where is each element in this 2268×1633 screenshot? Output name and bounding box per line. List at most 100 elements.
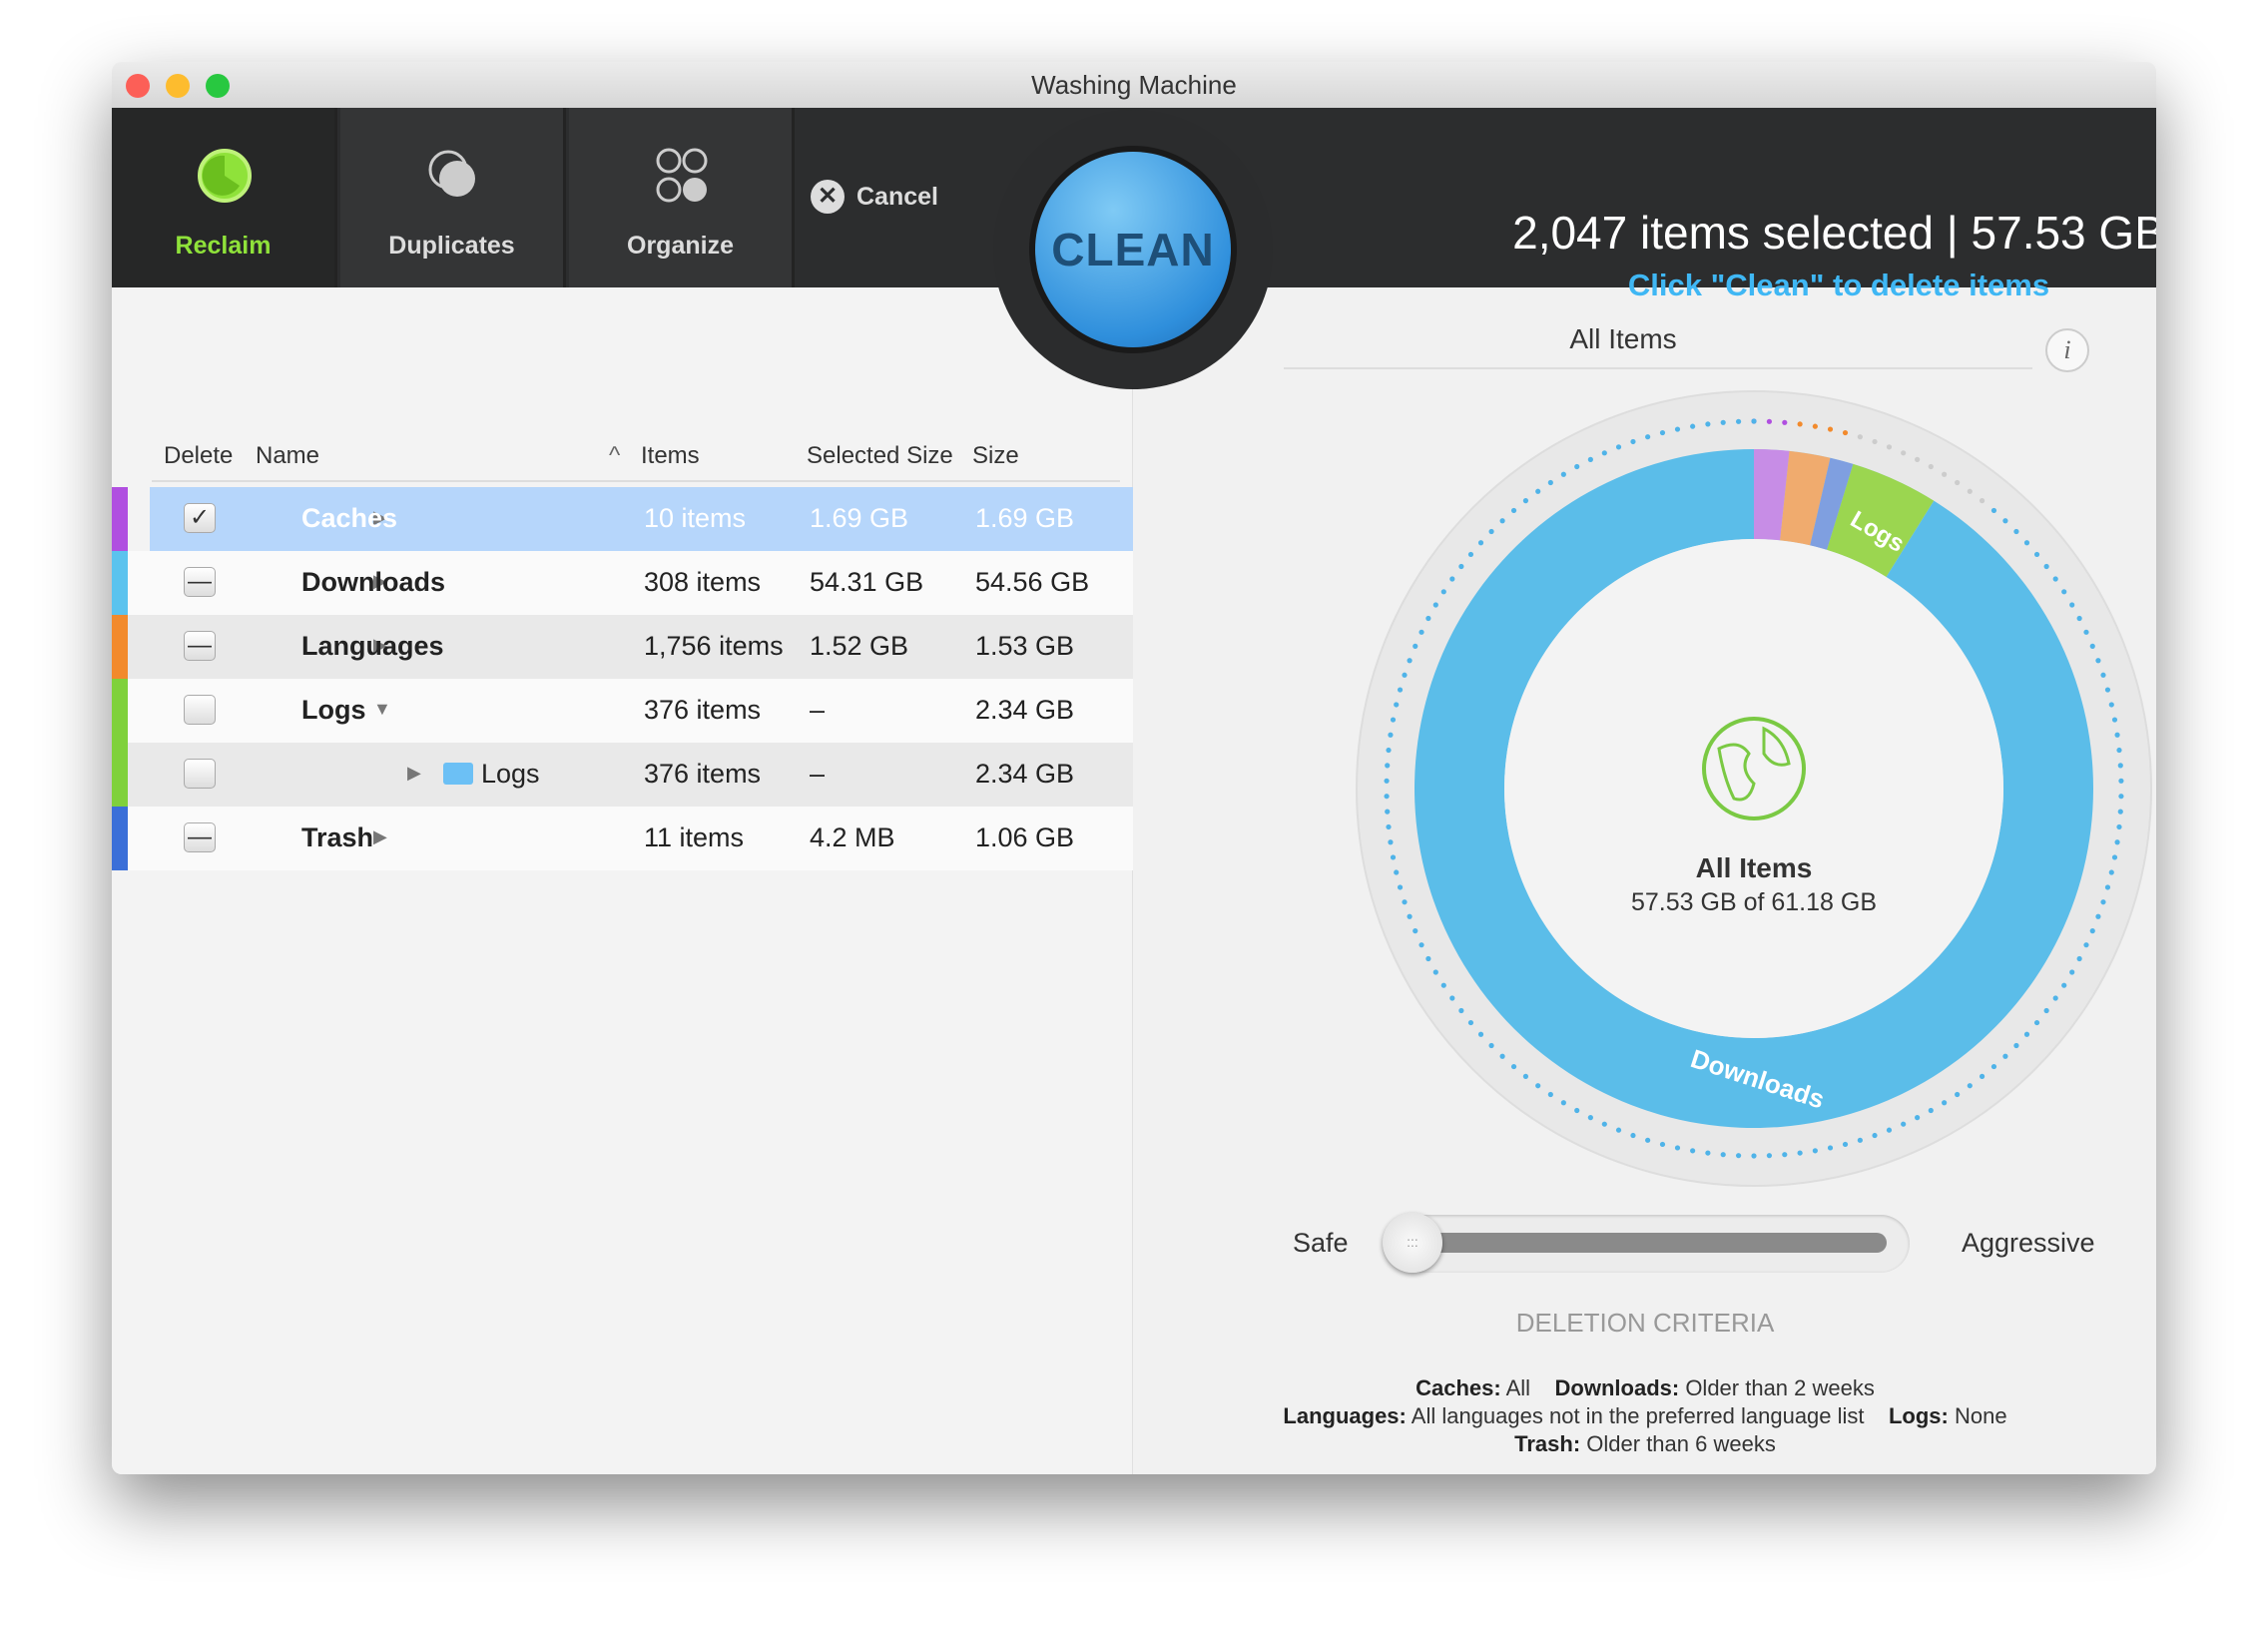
ring-dot [2024,540,2029,545]
ring-dot [1782,1152,1787,1157]
ring-dot [1630,439,1635,444]
ring-dot [1441,589,1446,594]
col-size[interactable]: Size [972,442,1019,470]
ring-dot [1901,1122,1906,1127]
tab-reclaim[interactable]: Reclaim [112,108,337,287]
ring-dot [1535,1083,1540,1088]
row-size: 54.56 GB [975,567,1089,598]
ring-dot [2090,928,2095,933]
ring-dot [2034,1020,2039,1025]
row-name: Caches [301,503,397,534]
table-row[interactable]: ✓▶Caches10 items1.69 GB1.69 GB [150,487,1133,551]
ring-dot [1942,1100,1947,1105]
disclosure-collapsed-icon[interactable]: ▶ [373,826,387,847]
close-button[interactable] [126,74,150,98]
ring-dot [1660,430,1665,435]
ring-dot [1523,498,1528,503]
col-name[interactable]: Name [256,442,319,470]
ring-dot [2118,763,2123,768]
ring-dot [2118,794,2123,799]
window-title: Washing Machine [1031,70,1237,100]
info-icon[interactable]: i [2045,328,2089,372]
sort-ascending-icon[interactable]: ^ [609,442,620,470]
category-color-strip [112,551,128,615]
row-name: Languages [301,631,444,662]
row-size: 1.69 GB [975,503,1074,534]
app-window: Washing Machine Reclaim Duplicates Organ… [112,62,2156,1474]
ring-dot [1630,1133,1635,1138]
col-selected-size[interactable]: Selected Size [807,442,953,470]
criteria-key: Logs: [1889,1403,1949,1428]
zoom-button[interactable] [206,74,230,98]
chart-panel: All Items i DownloadsLogs All Items 57.5… [1134,287,2156,1474]
table-row[interactable]: ▼Logs376 items–2.34 GB [112,679,1133,743]
ring-dot [1813,424,1818,429]
minimize-button[interactable] [166,74,190,98]
delete-checkbox[interactable] [184,695,216,725]
delete-checkbox[interactable]: ✓ [184,503,216,533]
table-row[interactable]: —▶Languages1,756 items1.52 GB1.53 GB [112,615,1133,679]
delete-checkbox[interactable]: — [184,567,216,597]
ring-dot [2116,824,2121,829]
clean-button[interactable]: CLEAN [1035,152,1231,347]
row-items: 376 items [644,759,761,790]
ring-dot [1425,616,1430,621]
ring-dot [1574,464,1579,469]
slider-thumb[interactable]: ::: [1383,1213,1442,1273]
row-items: 10 items [644,503,746,534]
ring-dot [1872,439,1877,444]
ring-dot [1690,424,1695,429]
ring-dot [1751,1153,1756,1158]
ring-dot [1980,498,1984,503]
table-row[interactable]: —▶Downloads308 items54.31 GB54.56 GB [112,551,1133,615]
ring-dot [1602,450,1607,455]
ring-dot [1843,430,1848,435]
ring-dot [1767,1153,1772,1158]
col-delete[interactable]: Delete [164,442,233,470]
cancel-label: Cancel [856,183,938,212]
delete-checkbox[interactable]: — [184,631,216,661]
slider-label-safe: Safe [1293,1228,1349,1259]
row-selected-size: 4.2 MB [810,822,895,853]
aggressiveness-slider[interactable]: ::: [1383,1215,1910,1273]
ring-dot [1675,1145,1680,1150]
ring-dot [2109,702,2114,707]
table-row[interactable]: ▶Logs376 items–2.34 GB [112,743,1133,807]
ring-dot [1398,687,1403,692]
ring-dot [2002,1054,2007,1059]
tab-duplicates[interactable]: Duplicates [340,108,566,287]
ring-dot [1535,489,1540,494]
row-size: 1.06 GB [975,822,1074,853]
ring-dot [1736,1153,1741,1158]
clean-button-bezel: CLEAN [993,110,1273,389]
ring-dot [1499,518,1504,523]
category-color-strip [112,743,128,807]
disclosure-expanded-icon[interactable]: ▼ [373,699,391,720]
ring-dot [1407,658,1412,663]
duplicates-icon [423,146,483,206]
cancel-button[interactable]: ✕Cancel [811,180,938,214]
ring-dot [1394,702,1399,707]
table-row[interactable]: —▶Trash11 items4.2 MB1.06 GB [112,807,1133,870]
ring-dot [2044,1008,2049,1013]
ring-dot [1798,1150,1803,1155]
ring-dot [1858,1138,1863,1143]
ring-dot [1858,434,1863,439]
center-title: All Items [1355,852,2153,884]
row-selected-size: – [810,759,825,790]
category-color-strip [112,487,128,551]
tab-organize[interactable]: Organize [569,108,795,287]
ring-dot [1441,983,1446,988]
folder-icon [443,763,473,785]
delete-checkbox[interactable]: — [184,822,216,852]
ring-dot [2053,995,2058,1000]
ring-dot [1828,426,1833,431]
delete-checkbox[interactable] [184,759,216,789]
ring-dot [1433,969,1438,974]
criteria-value: All [1501,1375,1530,1400]
disclosure-collapsed-icon[interactable]: ▶ [407,763,421,784]
col-items[interactable]: Items [641,442,700,470]
ring-dot [1991,508,1996,513]
ring-dot [1511,508,1516,513]
ring-dot [2013,529,2018,534]
